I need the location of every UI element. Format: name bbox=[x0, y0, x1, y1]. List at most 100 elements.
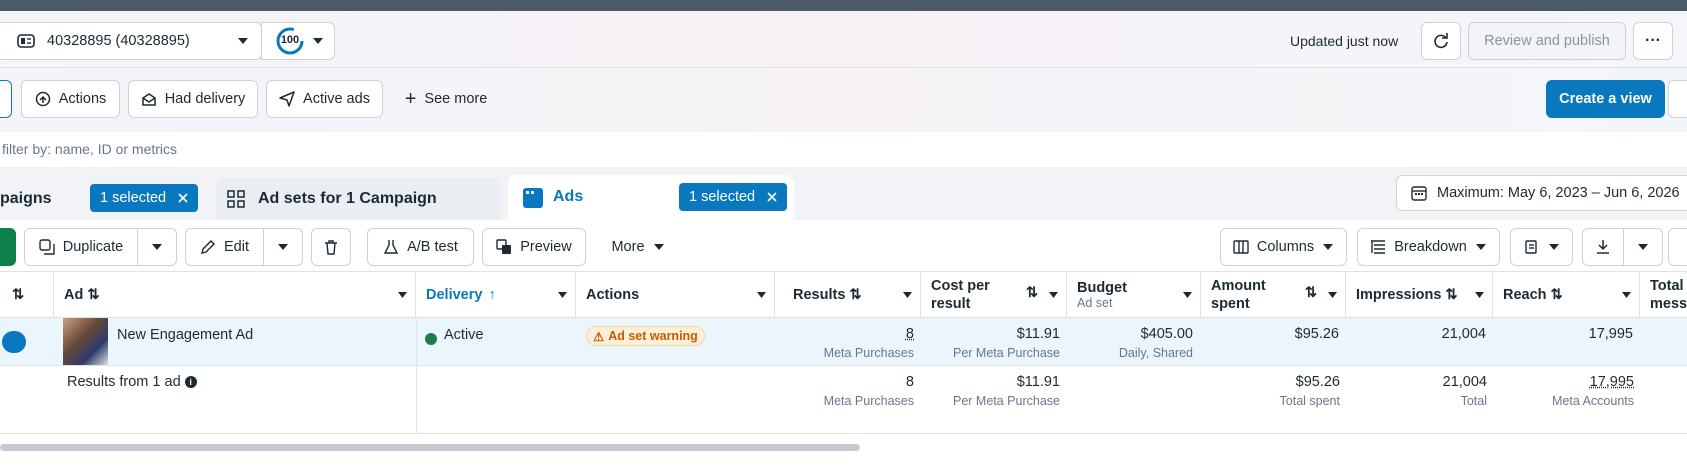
create-button[interactable] bbox=[0, 228, 16, 266]
close-icon[interactable] bbox=[767, 192, 777, 202]
breakdown-button[interactable]: Breakdown bbox=[1357, 228, 1500, 266]
had-delivery-label: Had delivery bbox=[164, 91, 246, 107]
summary-spent: $95.26 Total spent bbox=[1201, 374, 1340, 408]
columns-button[interactable]: Columns bbox=[1220, 228, 1347, 266]
chevron-down-icon bbox=[1475, 243, 1487, 251]
date-range-label: Maximum: May 6, 2023 – Jun 6, 2026 bbox=[1437, 185, 1680, 201]
results-cell: 8 Meta Purchases bbox=[775, 326, 914, 360]
warning-label: Ad set warning bbox=[608, 329, 698, 343]
refresh-icon bbox=[1432, 32, 1450, 50]
chevron-down-icon bbox=[1622, 292, 1631, 298]
header-cost-per-result[interactable]: Cost per result ⇅ bbox=[921, 272, 1067, 318]
duplicate-button[interactable]: Duplicate bbox=[24, 228, 138, 266]
view-options-button[interactable] bbox=[1668, 80, 1687, 118]
ab-test-label: A/B test bbox=[407, 239, 458, 255]
summary-impressions-sub: Total bbox=[1460, 394, 1487, 408]
report-icon bbox=[1524, 239, 1540, 255]
ads-selected-chip[interactable]: 1 selected bbox=[679, 183, 788, 211]
info-icon[interactable]: i bbox=[184, 376, 197, 388]
see-more-button[interactable]: + See more bbox=[396, 80, 496, 118]
header-impressions[interactable]: Impressions ⇅ bbox=[1346, 272, 1493, 318]
summary-cost-sub: Per Meta Purchase bbox=[953, 394, 1060, 408]
account-label: 40328895 (40328895) bbox=[47, 33, 190, 49]
refresh-button[interactable] bbox=[1421, 22, 1461, 60]
header-delivery[interactable]: Delivery ↑ bbox=[416, 272, 576, 318]
header-total-messages[interactable]: Total messa bbox=[1640, 272, 1687, 318]
duplicate-dropdown[interactable] bbox=[137, 228, 177, 266]
table-row[interactable]: New Engagement Ad Active ⚠ Ad set warnin… bbox=[0, 318, 1687, 366]
sort-icon: ⇅ bbox=[1304, 285, 1317, 301]
summary-reach-sub: Meta Accounts bbox=[1552, 394, 1634, 408]
adsets-grid-icon bbox=[226, 189, 246, 209]
delete-button[interactable] bbox=[311, 228, 351, 266]
warning-icon: ⚠ bbox=[593, 329, 605, 344]
had-delivery-filter-button[interactable]: Had delivery bbox=[128, 80, 258, 118]
header-results[interactable]: Results ⇅ bbox=[775, 272, 921, 318]
preview-icon bbox=[496, 239, 512, 255]
edit-dropdown[interactable] bbox=[263, 228, 303, 266]
review-publish-button[interactable]: Review and publish bbox=[1468, 22, 1626, 60]
chevron-down-icon bbox=[398, 292, 407, 298]
summary-results-sub: Meta Purchases bbox=[823, 394, 914, 408]
filter-chip-partial[interactable] bbox=[0, 80, 12, 118]
header-toggle[interactable]: ⇅ bbox=[0, 272, 54, 318]
filter-bar: Actions Had delivery Active ads + See mo… bbox=[0, 68, 1687, 132]
results-sub: Meta Purchases bbox=[823, 346, 914, 360]
reports-button[interactable] bbox=[1510, 228, 1573, 266]
top-strip bbox=[0, 0, 1687, 11]
ab-test-button[interactable]: A/B test bbox=[367, 228, 474, 266]
more-label: More bbox=[611, 239, 645, 255]
sort-icon: ⇅ bbox=[87, 287, 100, 303]
ads-icon bbox=[522, 187, 544, 209]
ad-thumbnail bbox=[63, 318, 108, 365]
duplicate-icon bbox=[39, 239, 55, 255]
tab-adsets[interactable]: Ad sets for 1 Campaign bbox=[216, 178, 500, 220]
campaigns-selected-chip[interactable]: 1 selected bbox=[90, 184, 199, 212]
breakdown-label: Breakdown bbox=[1394, 239, 1467, 255]
ellipsis-icon: ··· bbox=[1645, 32, 1661, 49]
header-reach-label: Reach bbox=[1503, 287, 1547, 303]
close-icon[interactable] bbox=[178, 193, 188, 203]
warning-badge[interactable]: ⚠ Ad set warning bbox=[586, 326, 705, 346]
header-budget[interactable]: Budget Ad set bbox=[1067, 272, 1201, 318]
header-ad[interactable]: Ad ⇅ bbox=[54, 272, 416, 318]
active-ads-filter-button[interactable]: Active ads bbox=[266, 80, 383, 118]
export-button[interactable] bbox=[1582, 228, 1624, 266]
cost-cell: $11.91 Per Meta Purchase bbox=[921, 326, 1060, 360]
tab-ads[interactable]: Ads 1 selected bbox=[508, 175, 794, 220]
chart-button[interactable] bbox=[1668, 228, 1687, 266]
more-options-button[interactable]: ··· bbox=[1633, 22, 1673, 60]
preview-button[interactable]: Preview bbox=[482, 228, 586, 266]
chevron-down-icon bbox=[237, 37, 249, 45]
account-selector[interactable]: 40328895 (40328895) bbox=[0, 22, 262, 60]
header-amount-spent[interactable]: Amount spent ⇅ bbox=[1201, 272, 1346, 318]
export-dropdown[interactable] bbox=[1623, 228, 1663, 266]
tab-ads-label: Ads bbox=[553, 188, 584, 205]
more-button[interactable]: More bbox=[596, 228, 680, 266]
date-range-picker[interactable]: Maximum: May 6, 2023 – Jun 6, 2026 bbox=[1396, 175, 1687, 211]
summary-results: 8 Meta Purchases bbox=[775, 374, 914, 408]
actions-filter-button[interactable]: Actions bbox=[21, 80, 120, 118]
actions-icon bbox=[35, 91, 51, 107]
toggle-switch[interactable] bbox=[2, 331, 26, 353]
create-view-button[interactable]: Create a view bbox=[1546, 80, 1665, 118]
results-value: 8 bbox=[905, 326, 914, 342]
header-budget-sub: Ad set bbox=[1077, 296, 1113, 310]
ad-name[interactable]: New Engagement Ad bbox=[117, 327, 253, 343]
summary-reach: 17,995 Meta Accounts bbox=[1493, 374, 1634, 408]
chevron-down-icon bbox=[151, 243, 163, 251]
score-value: 100 bbox=[280, 34, 300, 46]
columns-icon bbox=[1233, 239, 1249, 255]
edit-button[interactable]: Edit bbox=[185, 228, 264, 266]
horizontal-scrollbar[interactable] bbox=[0, 444, 860, 451]
opportunity-score[interactable]: 100 bbox=[261, 22, 335, 60]
search-bar[interactable]: filter by: name, ID or metrics bbox=[0, 132, 1687, 168]
trash-icon bbox=[323, 239, 339, 255]
tab-campaigns[interactable]: paigns bbox=[0, 190, 52, 208]
updated-status: Updated just now bbox=[1290, 33, 1399, 49]
breakdown-icon bbox=[1370, 239, 1386, 255]
header-actions[interactable]: Actions bbox=[576, 272, 775, 318]
sort-up-icon: ↑ bbox=[488, 287, 496, 303]
header-delivery-label: Delivery bbox=[426, 287, 483, 303]
header-reach[interactable]: Reach ⇅ bbox=[1493, 272, 1640, 318]
